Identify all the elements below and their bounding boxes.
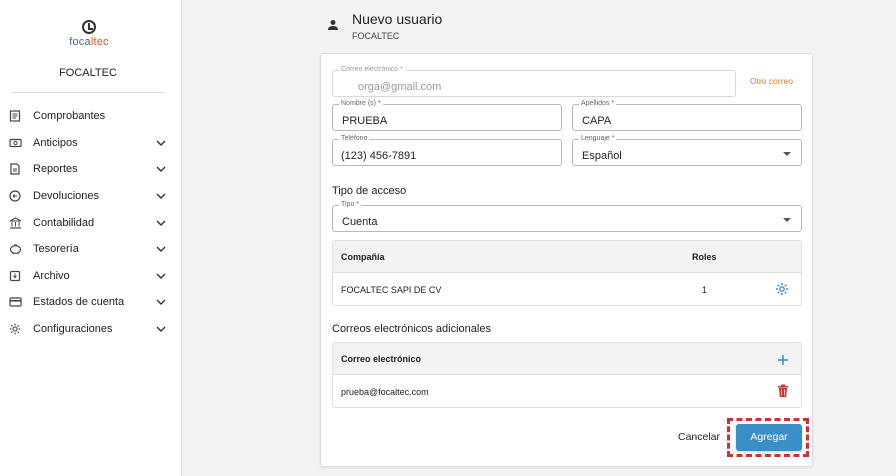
access-type-value: Cuenta xyxy=(342,216,378,228)
sidebar-item-comprobantes[interactable]: Comprobantes xyxy=(0,103,180,130)
phone-value: (123) 456-7891 xyxy=(341,150,417,162)
org-name: FOCALTEC xyxy=(59,67,117,79)
email-field-value: orga@gmail.com xyxy=(358,81,442,93)
sidebar-item-reportes[interactable]: Reportes xyxy=(0,156,180,183)
focaltec-logo: focaltec xyxy=(64,20,114,54)
email-field-label: Correo electrónico * xyxy=(339,66,405,74)
credit-card-icon xyxy=(8,295,22,309)
cancel-button[interactable]: Cancelar xyxy=(678,431,720,443)
chevron-down-icon xyxy=(156,271,166,281)
sidebar-item-label: Anticipos xyxy=(33,136,78,149)
language-value: Español xyxy=(582,150,622,162)
table-row: prueba@focaltec.com xyxy=(333,375,801,407)
column-header-roles: Roles xyxy=(692,252,717,262)
company-table: Compañía Roles FOCALTEC SAPI DE CV 1 xyxy=(332,240,802,306)
sidebar-item-estados-de-cuenta[interactable]: Estados de cuenta xyxy=(0,289,180,316)
sidebar-item-archivo[interactable]: Archivo xyxy=(0,263,180,290)
report-icon xyxy=(8,162,22,176)
receipt-icon xyxy=(8,109,22,123)
last-name-label: Apellidos * xyxy=(579,100,617,108)
first-name-value: PRUEBA xyxy=(342,115,388,127)
return-icon xyxy=(8,189,22,203)
language-label: Lenguaje * xyxy=(579,135,617,143)
first-name-field[interactable]: Nombre (s) * PRUEBA xyxy=(332,100,562,131)
add-email-plus-icon[interactable] xyxy=(777,353,789,371)
page-subtitle: FOCALTEC xyxy=(352,31,400,41)
emails-section-title: Correos electrónicos adicionales xyxy=(332,323,491,335)
sidebar-item-label: Tesorería xyxy=(33,243,79,256)
additional-email-value: prueba@focaltec.com xyxy=(341,387,429,397)
sidebar-item-label: Devoluciones xyxy=(33,190,100,203)
table-header: Compañía Roles xyxy=(333,241,801,273)
access-type-label: Tipo * xyxy=(339,201,362,209)
table-header: Correo electrónico xyxy=(333,343,801,375)
chevron-down-icon xyxy=(156,138,166,148)
column-header-email: Correo electrónico xyxy=(341,354,422,364)
other-email-link[interactable]: Otro correo xyxy=(750,76,793,86)
gear-icon xyxy=(8,322,22,336)
piggy-bank-icon xyxy=(8,242,22,256)
sidebar-item-label: Configuraciones xyxy=(33,323,113,336)
language-select[interactable]: Lenguaje * Español xyxy=(572,135,802,166)
first-name-label: Nombre (s) * xyxy=(339,100,383,108)
email-field: Correo electrónico * orga@gmail.com xyxy=(332,66,736,97)
roles-count: 1 xyxy=(702,285,708,295)
settings-gear-icon[interactable] xyxy=(775,282,789,301)
table-row: FOCALTEC SAPI DE CV 1 xyxy=(333,273,801,305)
sidebar-item-configuraciones[interactable]: Configuraciones xyxy=(0,316,180,343)
chevron-down-icon xyxy=(156,218,166,228)
chevron-down-icon xyxy=(156,164,166,174)
sidebar-divider xyxy=(12,92,166,93)
sidebar: focaltec FOCALTEC Comprobantes Anticipos… xyxy=(0,0,182,476)
sidebar-item-label: Comprobantes xyxy=(33,110,106,123)
emails-table: Correo electrónico prueba@focaltec.com xyxy=(332,342,802,408)
sidebar-item-anticipos[interactable]: Anticipos xyxy=(0,130,180,157)
delete-trash-icon[interactable] xyxy=(777,384,789,403)
chevron-down-icon xyxy=(156,244,166,254)
add-button[interactable]: Agregar xyxy=(736,424,802,451)
page-title: Nuevo usuario xyxy=(352,11,443,27)
last-name-field[interactable]: Apellidos * CAPA xyxy=(572,100,802,131)
column-header-company: Compañía xyxy=(341,252,385,262)
sidebar-item-label: Estados de cuenta xyxy=(33,296,125,309)
sidebar-item-label: Reportes xyxy=(33,163,78,176)
access-type-select[interactable]: Tipo * Cuenta xyxy=(332,201,802,232)
user-icon xyxy=(326,18,340,32)
sidebar-item-tesoreria[interactable]: Tesorería xyxy=(0,236,180,263)
chevron-down-icon xyxy=(156,324,166,334)
sidebar-item-contabilidad[interactable]: Contabilidad xyxy=(0,209,180,236)
chevron-down-icon xyxy=(156,191,166,201)
chevron-down-icon xyxy=(156,297,166,307)
phone-field[interactable]: Teléfono (123) 456-7891 xyxy=(332,135,562,166)
payment-icon xyxy=(8,136,22,150)
sidebar-nav: Comprobantes Anticipos Reportes Devoluci… xyxy=(0,103,180,342)
sidebar-item-label: Contabilidad xyxy=(33,216,95,229)
bank-icon xyxy=(8,216,22,230)
phone-label: Teléfono xyxy=(339,135,370,143)
access-section-title: Tipo de acceso xyxy=(332,185,407,197)
dropdown-arrow-icon xyxy=(783,152,791,156)
dropdown-arrow-icon xyxy=(783,218,791,222)
sidebar-item-label: Archivo xyxy=(33,269,70,282)
last-name-value: CAPA xyxy=(582,115,612,127)
logo-icon xyxy=(82,20,96,34)
sidebar-item-devoluciones[interactable]: Devoluciones xyxy=(0,183,180,210)
archive-icon xyxy=(8,269,22,283)
company-name: FOCALTEC SAPI DE CV xyxy=(341,285,442,295)
